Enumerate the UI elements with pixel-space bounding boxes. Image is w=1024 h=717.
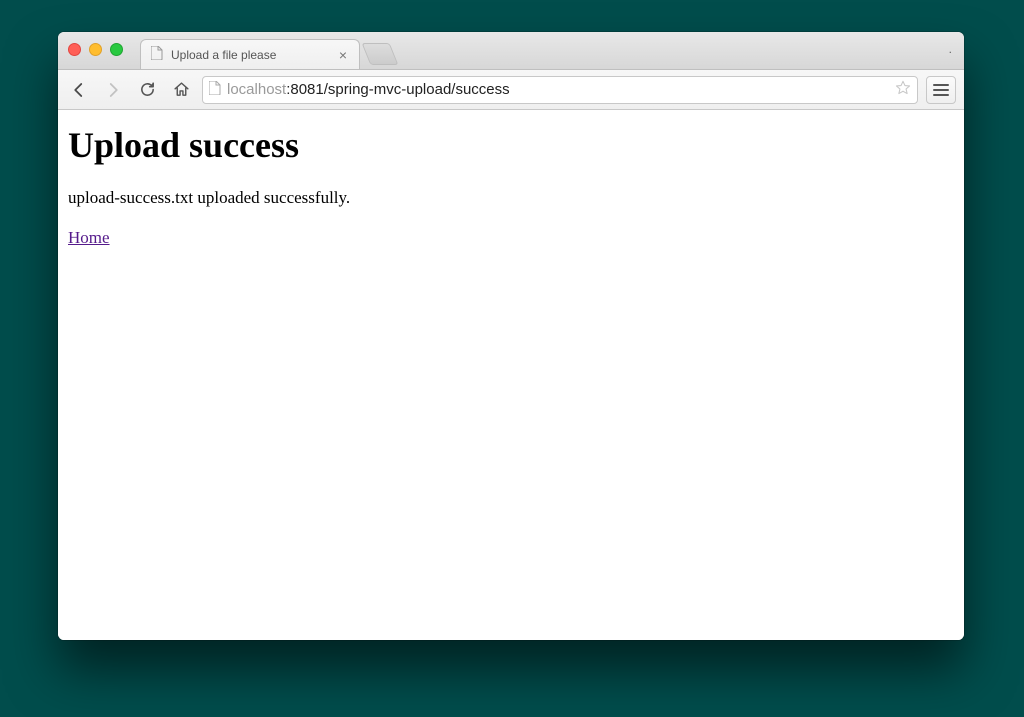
- titlebar: Upload a file please × .: [58, 32, 964, 70]
- minimize-window-button[interactable]: [89, 43, 102, 56]
- bookmark-star-icon[interactable]: [895, 80, 911, 100]
- browser-window: Upload a file please × . localhost:8081/…: [58, 32, 964, 640]
- menu-button[interactable]: [926, 76, 956, 104]
- page-heading: Upload success: [68, 124, 954, 166]
- tabs-overflow-indicator[interactable]: .: [949, 42, 952, 56]
- reload-button[interactable]: [134, 77, 160, 103]
- url-path: :8081/spring-mvc-upload/success: [286, 81, 509, 98]
- page-icon: [209, 81, 221, 99]
- browser-tab[interactable]: Upload a file please ×: [140, 39, 360, 69]
- new-tab-button[interactable]: [362, 43, 399, 65]
- window-controls: [68, 43, 123, 56]
- home-button[interactable]: [168, 77, 194, 103]
- forward-button[interactable]: [100, 77, 126, 103]
- toolbar: localhost:8081/spring-mvc-upload/success: [58, 70, 964, 110]
- upload-message: upload-success.txt uploaded successfully…: [68, 188, 954, 208]
- zoom-window-button[interactable]: [110, 43, 123, 56]
- home-link[interactable]: Home: [68, 228, 110, 247]
- back-button[interactable]: [66, 77, 92, 103]
- url-host: localhost: [227, 81, 286, 98]
- file-icon: [151, 46, 163, 63]
- tab-title: Upload a file please: [171, 48, 276, 62]
- address-bar[interactable]: localhost:8081/spring-mvc-upload/success: [202, 76, 918, 104]
- page-content: Upload success upload-success.txt upload…: [58, 110, 964, 640]
- tab-close-button[interactable]: ×: [337, 47, 349, 63]
- close-window-button[interactable]: [68, 43, 81, 56]
- url-text: localhost:8081/spring-mvc-upload/success: [227, 81, 510, 98]
